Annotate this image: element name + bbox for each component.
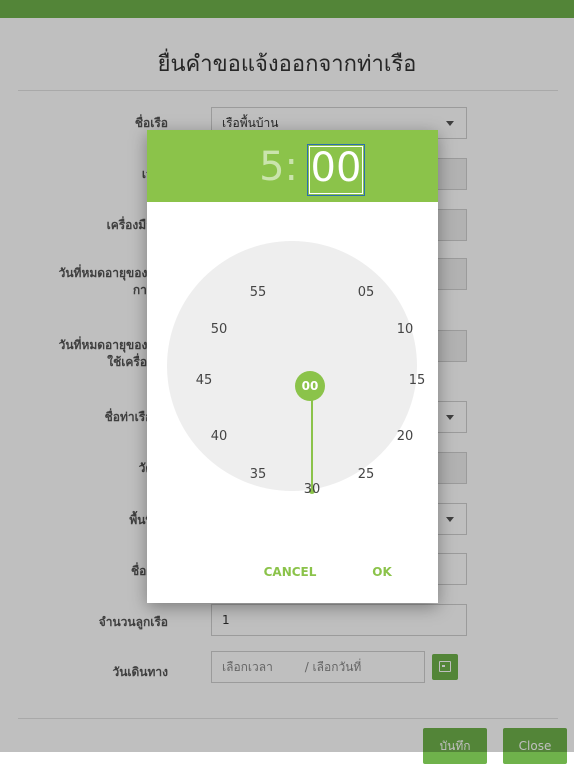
cancel-button[interactable]: CANCEL [260, 562, 320, 582]
time-picker-dialog: 5: 00 00 05 10 15 20 25 30 35 40 45 50 5… [147, 130, 438, 603]
hour-display[interactable]: 5: [232, 144, 298, 190]
dial-number-05[interactable]: 05 [351, 285, 381, 301]
hour-value: 5 [259, 144, 285, 190]
dial-number-55[interactable]: 55 [243, 285, 273, 301]
dial-number-45[interactable]: 45 [189, 373, 219, 389]
dial-number-35[interactable]: 35 [243, 467, 273, 483]
dial-selected-minute[interactable]: 00 [295, 371, 325, 401]
clock-hand [311, 394, 313, 490]
dial-number-15[interactable]: 15 [402, 373, 432, 389]
clock-dial[interactable]: 00 05 10 15 20 25 30 35 40 45 50 55 [167, 241, 425, 497]
dial-number-40[interactable]: 40 [204, 429, 234, 445]
time-separator: : [284, 144, 298, 190]
dial-number-25[interactable]: 25 [351, 467, 381, 483]
dial-number-10[interactable]: 10 [390, 322, 420, 338]
dial-number-20[interactable]: 20 [390, 429, 420, 445]
dial-number-30[interactable]: 30 [297, 482, 327, 498]
dial-number-50[interactable]: 50 [204, 322, 234, 338]
ok-button[interactable]: OK [368, 562, 396, 582]
minute-display[interactable]: 00 [307, 144, 365, 196]
time-picker-header: 5: 00 [147, 130, 438, 202]
